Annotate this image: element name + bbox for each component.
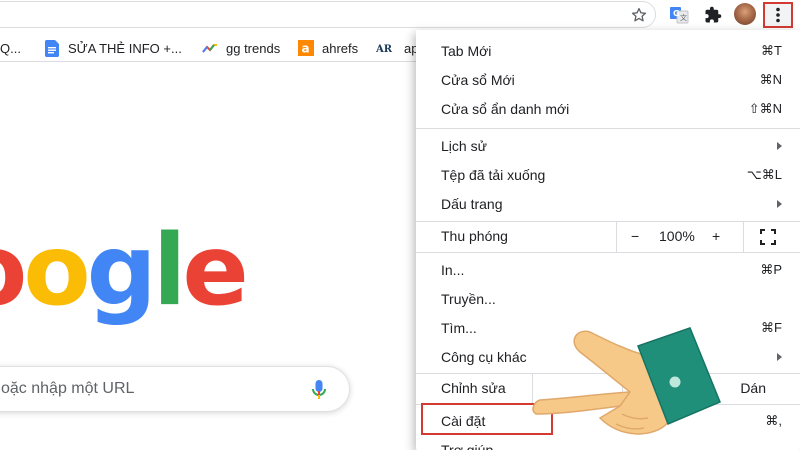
logo-letter: l: [152, 214, 187, 328]
menu-item-cast[interactable]: Truyền...: [416, 285, 800, 313]
bookmark-sua-the-info[interactable]: SỬA THẺ INFO +...: [44, 38, 182, 58]
logo-letter: o: [0, 214, 27, 328]
svg-text:G: G: [673, 9, 680, 18]
zoom-in-button[interactable]: +: [712, 228, 720, 244]
fullscreen-icon[interactable]: [760, 229, 776, 245]
svg-text:文: 文: [680, 13, 687, 22]
menu-item-zoom: Thu phóng − 100% +: [416, 222, 800, 252]
google-logo: oogle: [0, 222, 249, 320]
kebab-menu-button[interactable]: [763, 2, 793, 28]
zoom-level: 100%: [659, 228, 695, 244]
logo-letter: o: [23, 214, 90, 328]
address-bar[interactable]: [0, 1, 656, 28]
svg-text:a: a: [302, 42, 310, 56]
trends-icon: [202, 40, 218, 56]
logo-letter: e: [182, 214, 248, 328]
menu-separator: [416, 128, 800, 129]
browser-toolbar: G文: [0, 0, 800, 30]
star-icon[interactable]: [628, 4, 650, 26]
logo-letter: g: [86, 214, 157, 328]
svg-text:AR: AR: [376, 44, 393, 54]
menu-item-new-window[interactable]: Cửa sổ Mới ⌘N: [416, 66, 800, 94]
pointing-hand-icon: [532, 327, 721, 435]
submenu-arrow-icon: [777, 200, 782, 208]
menu-item-history[interactable]: Lịch sử: [416, 132, 800, 160]
avatar[interactable]: [734, 3, 756, 25]
menu-item-downloads[interactable]: Tệp đã tải xuống ⌥⌘L: [416, 161, 800, 189]
bookmark-partial[interactable]: Q...: [0, 38, 21, 58]
search-placeholder: oặc nhập một URL: [1, 380, 135, 397]
translate-icon[interactable]: G文: [668, 4, 690, 26]
zoom-out-button[interactable]: −: [631, 228, 639, 244]
search-box[interactable]: oặc nhập một URL: [0, 366, 350, 412]
zoom-controls: − 100% +: [616, 222, 744, 252]
menu-item-incognito[interactable]: Cửa sổ ẩn danh mới ⇧⌘N: [416, 95, 800, 123]
submenu-arrow-icon: [777, 142, 782, 150]
extensions-icon[interactable]: [702, 4, 724, 26]
ar-icon: AR: [376, 40, 396, 56]
menu-item-new-tab[interactable]: Tab Mới ⌘T: [416, 37, 800, 65]
menu-separator: [416, 252, 800, 253]
menu-item-bookmarks[interactable]: Dấu trang: [416, 190, 800, 218]
bookmark-gg-trends[interactable]: gg trends: [202, 38, 280, 58]
kebab-menu-icon: [776, 7, 780, 23]
bookmark-ahrefs[interactable]: a ahrefs: [298, 38, 358, 58]
menu-item-print[interactable]: In... ⌘P: [416, 256, 800, 284]
bookmark-ap[interactable]: AR ap: [376, 38, 418, 58]
docs-icon: [44, 39, 60, 57]
ahrefs-icon: a: [298, 40, 314, 56]
microphone-icon[interactable]: [311, 379, 327, 401]
